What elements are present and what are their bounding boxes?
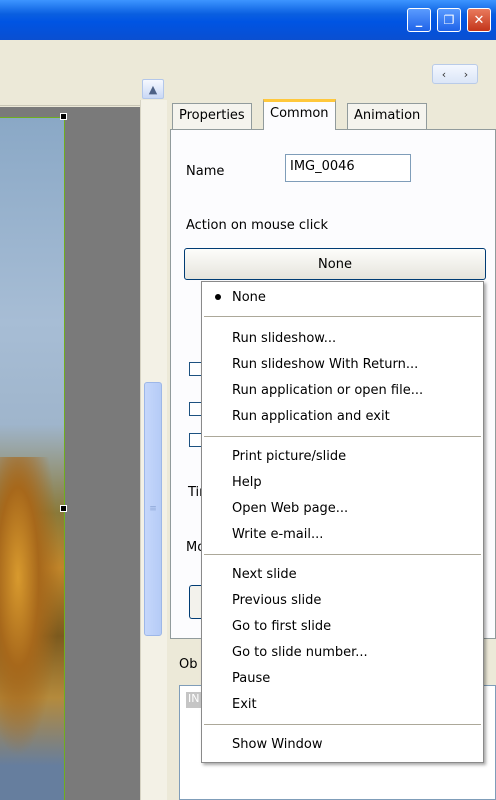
toolbar bbox=[0, 40, 496, 106]
scroll-up-button[interactable]: ▲ bbox=[142, 79, 164, 99]
minimize-button[interactable]: _ bbox=[407, 8, 431, 32]
menu-item-none[interactable]: None bbox=[232, 290, 266, 305]
tab-scroll-arrows[interactable]: ‹ › bbox=[432, 64, 478, 84]
tab-animation[interactable]: Animation bbox=[347, 103, 428, 129]
scrollbar-thumb[interactable]: ≡ bbox=[144, 382, 162, 636]
menu-separator bbox=[204, 554, 481, 555]
restore-button[interactable]: ❐ bbox=[437, 8, 461, 32]
menu-item-run-slideshow[interactable]: Run slideshow... bbox=[232, 331, 336, 346]
menu-separator bbox=[204, 316, 481, 317]
menu-item-exit[interactable]: Exit bbox=[232, 697, 257, 712]
menu-item-pause[interactable]: Pause bbox=[232, 671, 270, 686]
slide-picture[interactable] bbox=[0, 117, 64, 800]
action-label: Action on mouse click bbox=[186, 218, 328, 233]
menu-item-previous-slide[interactable]: Previous slide bbox=[232, 593, 321, 608]
tab-properties[interactable]: Properties bbox=[172, 103, 252, 129]
name-field[interactable]: IMG_0046 bbox=[285, 154, 411, 182]
action-dropdown-button[interactable]: None bbox=[184, 248, 486, 280]
tab-common[interactable]: Common bbox=[263, 99, 336, 130]
menu-item-open-web-page[interactable]: Open Web page... bbox=[232, 501, 348, 516]
menu-item-run-slideshow-with-return[interactable]: Run slideshow With Return... bbox=[232, 357, 418, 372]
selection-border-top bbox=[0, 117, 64, 118]
grip-icon: ≡ bbox=[149, 504, 157, 514]
menu-item-next-slide[interactable]: Next slide bbox=[232, 567, 297, 582]
menu-separator bbox=[204, 724, 481, 725]
menu-item-show-window[interactable]: Show Window bbox=[232, 737, 322, 752]
arrow-up-icon: ▲ bbox=[148, 82, 158, 96]
chevron-right-icon[interactable]: › bbox=[464, 68, 468, 81]
title-bar: _ ❐ ✕ bbox=[0, 0, 496, 40]
menu-separator bbox=[204, 436, 481, 437]
selection-border bbox=[64, 117, 65, 800]
chevron-left-icon[interactable]: ‹ bbox=[442, 68, 446, 81]
app-window: _ ❐ ✕ ‹ › ▲ ≡ Properties Common Animatio… bbox=[0, 0, 496, 800]
resize-handle-top-right[interactable] bbox=[60, 113, 67, 120]
menu-item-run-application-or-open-file[interactable]: Run application or open file... bbox=[232, 383, 423, 398]
slide-canvas[interactable] bbox=[0, 107, 140, 800]
objects-label: Ob bbox=[179, 657, 198, 672]
menu-item-go-to-first-slide[interactable]: Go to first slide bbox=[232, 619, 331, 634]
name-label: Name bbox=[186, 164, 225, 179]
action-popup-menu: None Run slideshow... Run slideshow With… bbox=[201, 281, 484, 763]
menu-item-go-to-slide-number[interactable]: Go to slide number... bbox=[232, 645, 368, 660]
restore-icon: ❐ bbox=[443, 13, 455, 27]
minimize-icon: _ bbox=[415, 12, 423, 28]
menu-item-print-picture-slide[interactable]: Print picture/slide bbox=[232, 449, 346, 464]
selected-bullet-icon bbox=[215, 294, 221, 300]
resize-handle-middle-right[interactable] bbox=[60, 505, 67, 512]
menu-item-run-application-and-exit[interactable]: Run application and exit bbox=[232, 409, 390, 424]
menu-item-write-email[interactable]: Write e-mail... bbox=[232, 527, 323, 542]
close-button[interactable]: ✕ bbox=[467, 8, 491, 32]
menu-item-help[interactable]: Help bbox=[232, 475, 262, 490]
close-icon: ✕ bbox=[473, 12, 485, 28]
